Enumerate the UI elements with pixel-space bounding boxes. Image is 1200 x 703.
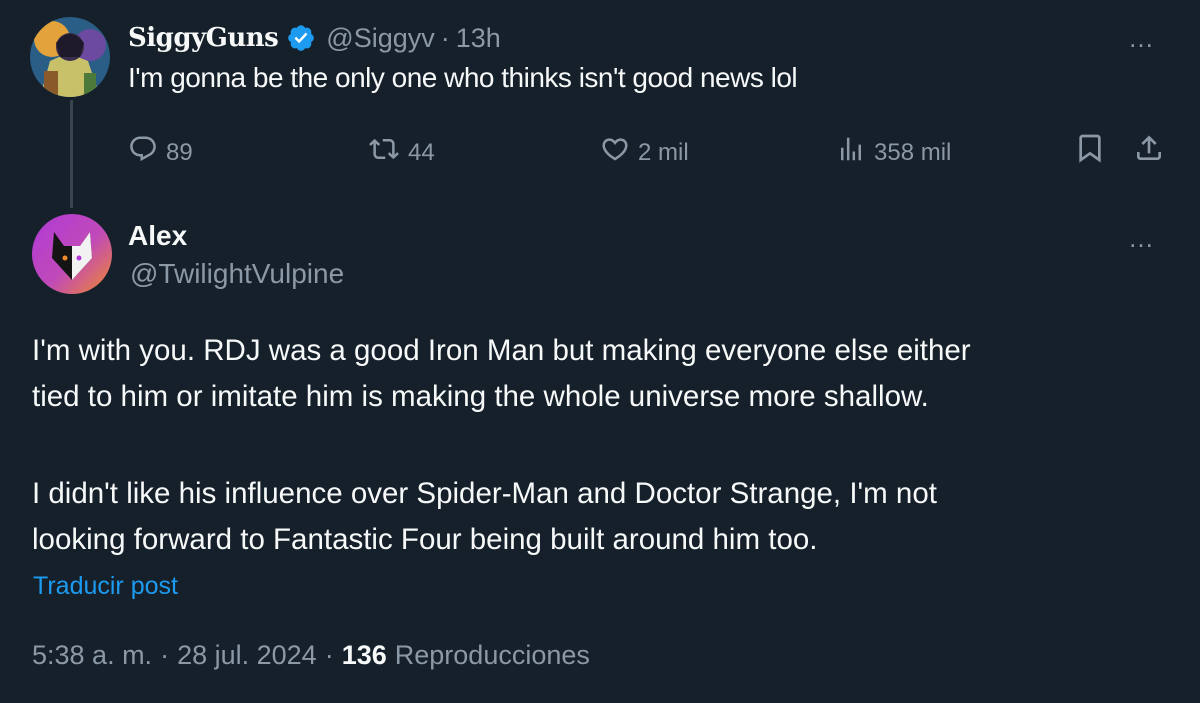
post-date[interactable]: 28 jul. 2024 [177, 640, 317, 671]
retweet-count: 44 [408, 138, 435, 166]
more-icon[interactable]: … [1128, 25, 1155, 51]
views-button[interactable]: 358 mil [836, 134, 951, 171]
retweet-button[interactable]: 44 [368, 134, 435, 171]
parent-author-row: SiggyGuns @Siggyv · 13h [128, 18, 501, 58]
reply-paragraph: I'm with you. RDJ was a good Iron Man bu… [32, 328, 971, 420]
text-line: I'm with you. RDJ was a good Iron Man bu… [32, 334, 971, 367]
reply-author-row: Alex [128, 218, 187, 254]
avatar[interactable] [30, 17, 110, 97]
reply-paragraph: I didn't like his influence over Spider-… [32, 471, 937, 563]
like-icon [600, 134, 638, 171]
post-time[interactable]: 13h [456, 23, 501, 54]
retweet-icon [368, 134, 408, 171]
author-name[interactable]: Alex [128, 220, 187, 252]
views-icon [836, 134, 874, 171]
views-count: 136 [341, 640, 387, 670]
bookmark-icon [1074, 132, 1114, 171]
dot-separator: · [324, 640, 334, 670]
translate-post-link[interactable]: Traducir post [33, 572, 178, 601]
avatar[interactable] [32, 214, 112, 294]
text-line: I didn't like his influence over Spider-… [32, 477, 937, 510]
more-icon[interactable]: … [1128, 225, 1155, 251]
parent-tweet-text: I'm gonna be the only one who thinks isn… [128, 62, 798, 93]
action-bar: 89 44 2 mil 358 mil [0, 128, 1200, 170]
share-icon [1133, 132, 1173, 171]
verified-badge-icon [286, 23, 316, 53]
bookmark-button[interactable] [1074, 132, 1114, 171]
post-timestamp[interactable]: 5:38 a. m. [32, 640, 152, 671]
like-button[interactable]: 2 mil [600, 134, 689, 171]
dot-separator: · [160, 640, 170, 670]
author-name[interactable]: SiggyGuns [128, 23, 279, 53]
author-handle[interactable]: @TwilightVulpine [130, 258, 344, 290]
dot-separator: · [440, 22, 450, 53]
text-line: tied to him or imitate him is making the… [32, 380, 929, 413]
reply-count: 89 [166, 138, 193, 166]
reply-icon [128, 134, 166, 171]
reply-button[interactable]: 89 [128, 134, 193, 171]
views-count: 358 mil [874, 138, 952, 166]
post-metadata: 5:38 a. m. · 28 jul. 2024 · 136 Reproduc… [32, 640, 590, 671]
views-label: Reproducciones [394, 640, 590, 670]
author-handle[interactable]: @Siggyv [326, 23, 434, 54]
text-line: looking forward to Fantastic Four being … [32, 523, 818, 556]
like-count: 2 mil [638, 138, 689, 166]
share-button[interactable] [1133, 132, 1173, 171]
